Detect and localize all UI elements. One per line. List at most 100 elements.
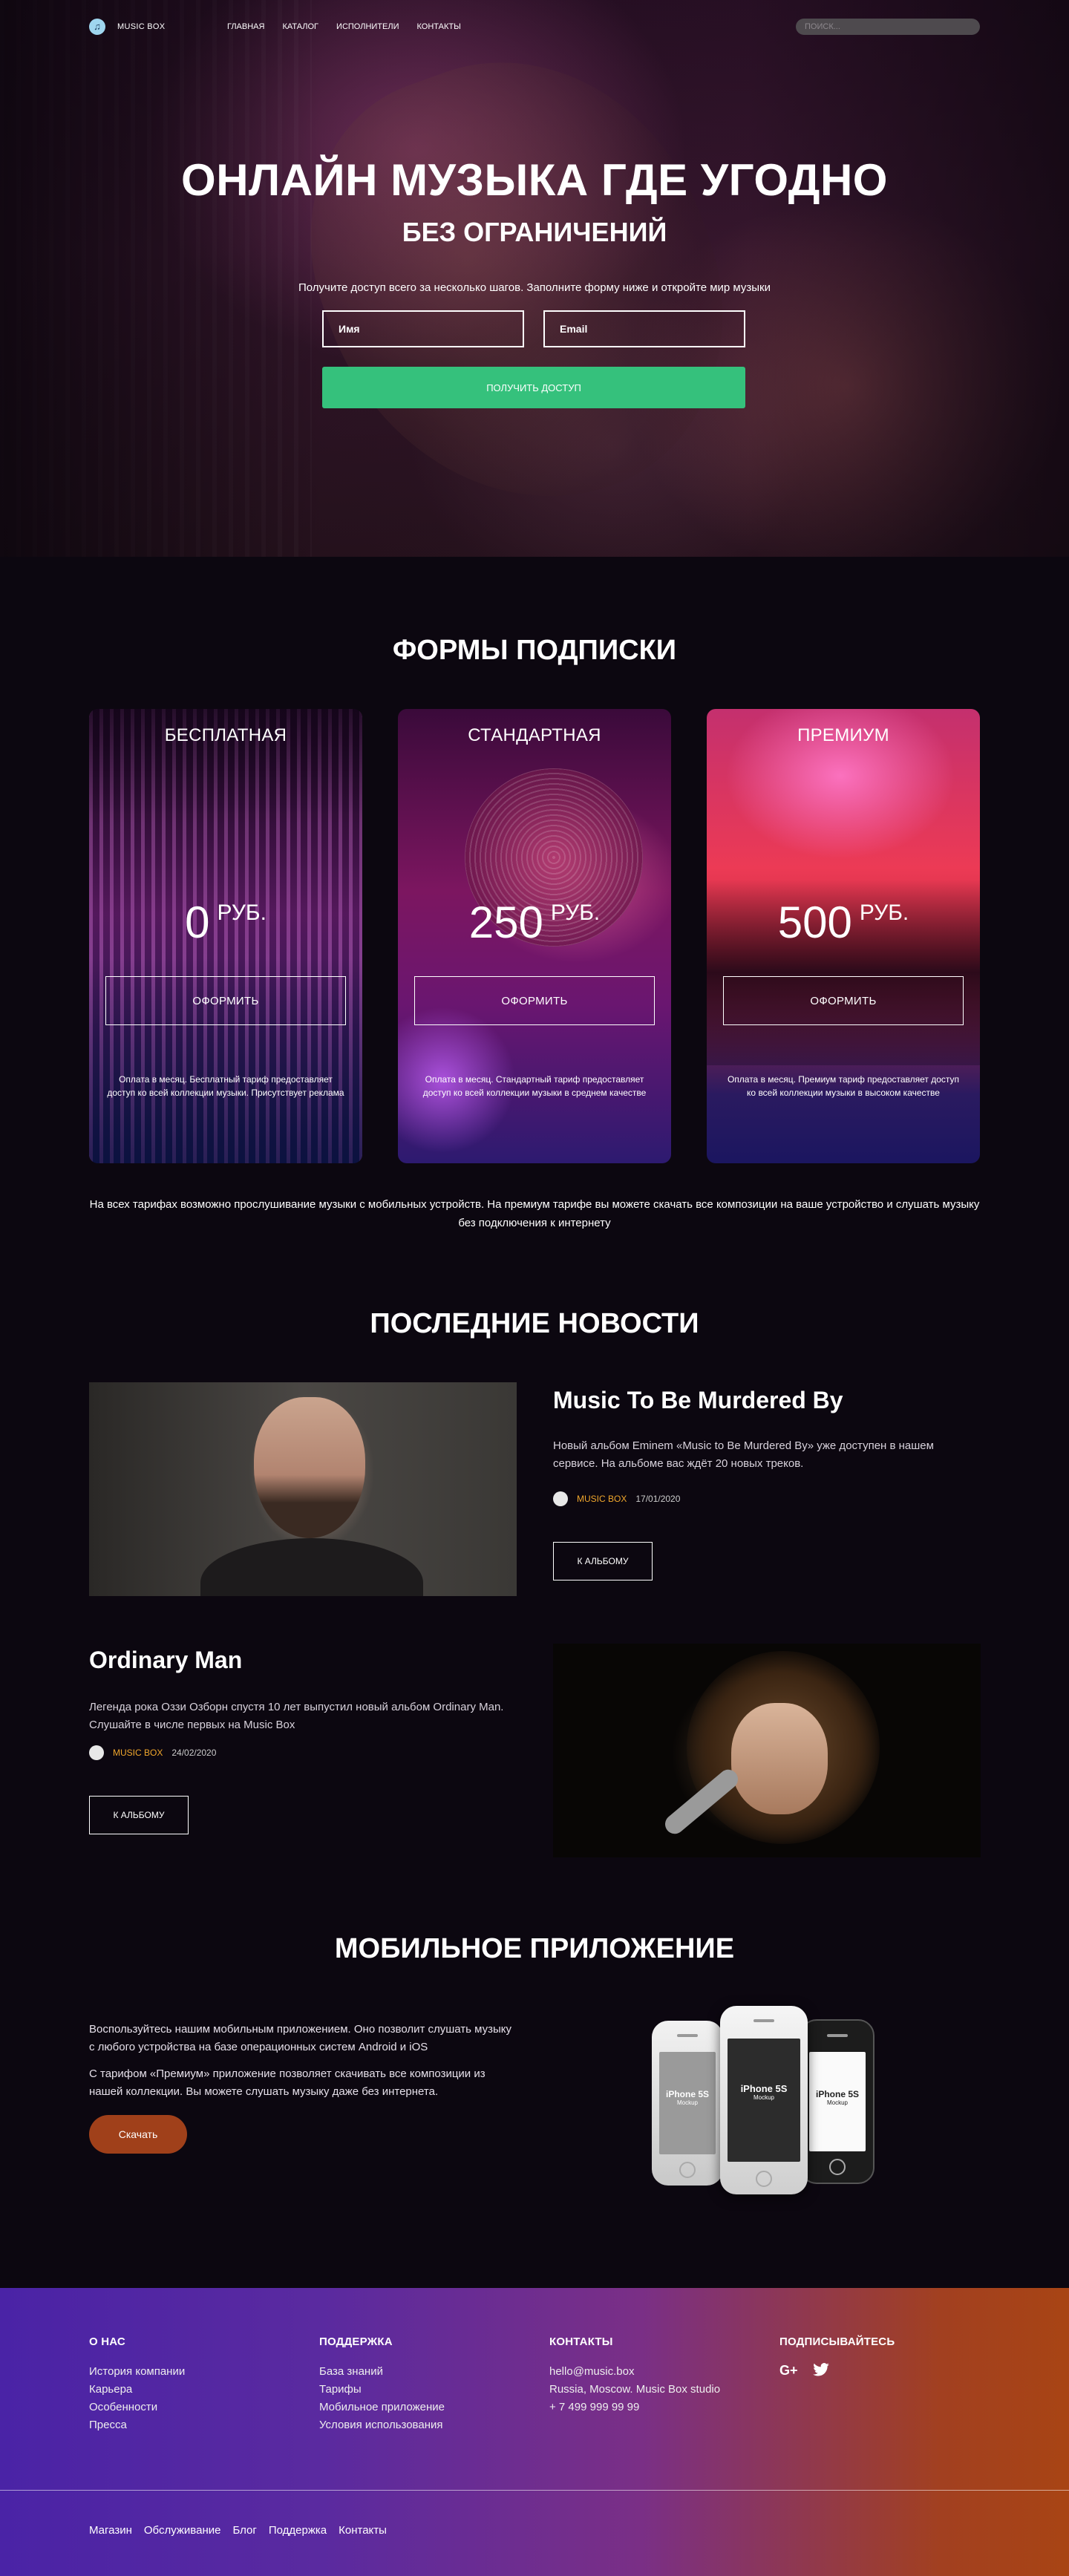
footer-link[interactable]: Особенности <box>89 2399 282 2416</box>
hero-subtitle: БЕЗ ОГРАНИЧЕНИЙ <box>402 217 667 247</box>
logo-text[interactable]: MUSIC BOX <box>117 22 165 31</box>
footer-bottom-link[interactable]: Магазин <box>89 2524 132 2537</box>
plan-price: 0 РУБ. <box>89 897 362 948</box>
price-currency: РУБ. <box>217 900 267 925</box>
footer-link[interactable]: Тарифы <box>319 2381 512 2399</box>
app-title: МОБИЛЬНОЕ ПРИЛОЖЕНИЕ <box>334 1933 735 1964</box>
social-links: G+ <box>779 2363 972 2380</box>
footer-bottom-link[interactable]: Обслуживание <box>144 2524 221 2537</box>
to-album-button[interactable]: К АЛЬБОМУ <box>89 1796 189 1834</box>
price-value: 0 <box>185 898 210 947</box>
footer-subscribe: ПОДПИСЫВАЙТЕСЬ G+ <box>779 2335 972 2380</box>
hero-description: Получите доступ всего за несколько шагов… <box>298 281 771 294</box>
music-note-icon[interactable]: ♫ <box>89 19 105 35</box>
footer: О НАС История компании Карьера Особеннос… <box>0 2288 1069 2576</box>
contact-phone[interactable]: + 7 499 999 99 99 <box>549 2399 742 2416</box>
footer-bottom-links: Магазин Обслуживание Блог Поддержка Конт… <box>89 2524 387 2537</box>
contact-address: Russia, Moscow. Music Box studio <box>549 2383 721 2396</box>
price-currency: РУБ. <box>859 900 909 925</box>
news-item-text: Новый альбом Eminem «Music to Be Murdere… <box>553 1439 934 1470</box>
footer-link[interactable]: Мобильное приложение <box>319 2399 512 2416</box>
hero-section: ♫ MUSIC BOX ГЛАВНАЯ КАТАЛОГ ИСПОЛНИТЕЛИ … <box>0 0 1069 557</box>
subscribe-standard-button[interactable]: ОФОРМИТЬ <box>414 976 655 1025</box>
news-image-eminem[interactable] <box>89 1382 517 1596</box>
phone-sublabel: Mockup <box>753 2094 774 2101</box>
phone-sublabel: Mockup <box>676 2099 698 2106</box>
phone-label: iPhone 5S <box>740 2083 788 2094</box>
name-field[interactable] <box>322 310 524 347</box>
main-menu: ГЛАВНАЯ КАТАЛОГ ИСПОЛНИТЕЛИ КОНТАКТЫ <box>227 22 461 31</box>
footer-link[interactable]: Карьера <box>89 2381 282 2399</box>
footer-bottom-link[interactable]: Поддержка <box>269 2524 327 2537</box>
plan-card-free: БЕСПЛАТНАЯ 0 РУБ. ОФОРМИТЬ Оплата в месяц… <box>89 709 362 1163</box>
news-item-meta: MUSIC BOX 17/01/2020 <box>553 1491 680 1506</box>
news-item-text: Легенда рока Оззи Озборн спустя 10 лет в… <box>89 1701 504 1731</box>
avatar <box>89 1745 104 1760</box>
phone-mockup-right: iPhone 5S Mockup <box>800 2019 875 2184</box>
download-button[interactable]: Скачать <box>89 2115 187 2154</box>
footer-heading: О НАС <box>89 2335 125 2348</box>
footer-heading: ПОДДЕРЖКА <box>319 2335 393 2348</box>
menu-item-home[interactable]: ГЛАВНАЯ <box>227 22 264 31</box>
news-item-meta: MUSIC BOX 24/02/2020 <box>89 1745 216 1760</box>
price-currency: РУБ. <box>550 900 601 925</box>
footer-divider <box>0 2490 1069 2491</box>
avatar <box>553 1491 568 1506</box>
menu-item-contacts[interactable]: КОНТАКТЫ <box>416 22 460 31</box>
news-item-title[interactable]: Ordinary Man <box>89 1647 242 1674</box>
footer-link[interactable]: Условия использования <box>319 2416 512 2434</box>
footer-link[interactable]: История компании <box>89 2363 282 2381</box>
footer-heading: ПОДПИСЫВАЙТЕСЬ <box>779 2335 895 2348</box>
contact-email[interactable]: hello@music.box <box>549 2363 742 2381</box>
plan-card-premium: ПРЕМИУМ 500 РУБ. ОФОРМИТЬ Оплата в месяц.… <box>707 709 980 1163</box>
subscribe-premium-button[interactable]: ОФОРМИТЬ <box>723 976 964 1025</box>
plans-title: ФОРМЫ ПОДПИСКИ <box>392 635 677 666</box>
phone-mockup-left: iPhone 5S Mockup <box>652 2021 723 2186</box>
news-item-title[interactable]: Music To Be Murdered By <box>553 1387 843 1414</box>
author-name[interactable]: MUSIC BOX <box>113 1748 163 1758</box>
app-text-1: Воспользуйтесь нашим мобильным приложени… <box>89 2023 512 2053</box>
price-value: 250 <box>468 898 543 947</box>
email-field[interactable] <box>543 310 745 347</box>
menu-item-artists[interactable]: ИСПОЛНИТЕЛИ <box>336 22 399 31</box>
phone-label: iPhone 5S <box>665 2089 709 2099</box>
footer-link[interactable]: Пресса <box>89 2416 282 2434</box>
plan-description: Оплата в месяц. Бесплатный тариф предост… <box>107 1074 344 1098</box>
plans-note: На всех тарифах возможно прослушивание м… <box>89 1198 980 1229</box>
footer-heading: КОНТАКТЫ <box>549 2335 613 2348</box>
plan-name: ПРЕМИУМ <box>797 725 889 745</box>
publish-date: 17/01/2020 <box>635 1494 681 1504</box>
footer-about: О НАС История компании Карьера Особеннос… <box>89 2335 282 2434</box>
footer-bottom-link[interactable]: Контакты <box>339 2524 387 2537</box>
author-name[interactable]: MUSIC BOX <box>577 1494 627 1504</box>
plan-description: Оплата в месяц. Премиум тариф предоставл… <box>727 1074 960 1098</box>
to-album-button[interactable]: К АЛЬБОМУ <box>553 1542 653 1580</box>
publish-date: 24/02/2020 <box>171 1748 217 1758</box>
news-image-ozzy[interactable] <box>553 1644 981 1857</box>
footer-contacts: КОНТАКТЫ hello@music.box Russia, Moscow.… <box>549 2335 742 2416</box>
footer-link[interactable]: База знаний <box>319 2363 512 2381</box>
twitter-icon[interactable] <box>812 2363 829 2380</box>
menu-item-catalog[interactable]: КАТАЛОГ <box>282 22 318 31</box>
price-value: 500 <box>777 898 852 947</box>
footer-bottom-link[interactable]: Блог <box>232 2524 256 2537</box>
plan-description: Оплата в месяц. Стандартный тариф предос… <box>422 1074 647 1098</box>
top-navigation: ♫ MUSIC BOX ГЛАВНАЯ КАТАЛОГ ИСПОЛНИТЕЛИ … <box>89 16 980 39</box>
phone-mockup-center: iPhone 5S Mockup <box>720 2006 808 2194</box>
page: ♫ MUSIC BOX ГЛАВНАЯ КАТАЛОГ ИСПОЛНИТЕЛИ … <box>0 0 1069 2576</box>
phone-label: iPhone 5S <box>815 2089 859 2099</box>
plan-card-standard: СТАНДАРТНАЯ 250 РУБ. ОФОРМИТЬ Оплата в ме… <box>398 709 671 1163</box>
news-title: ПОСЛЕДНИЕ НОВОСТИ <box>370 1308 699 1339</box>
google-plus-icon[interactable]: G+ <box>779 2363 798 2380</box>
subscribe-free-button[interactable]: ОФОРМИТЬ <box>105 976 346 1025</box>
app-text-2: С тарифом «Премиум» приложение позволяет… <box>89 2067 486 2098</box>
plan-price: 500 РУБ. <box>707 897 980 948</box>
plan-name: БЕСПЛАТНАЯ <box>164 725 287 745</box>
footer-support: ПОДДЕРЖКА База знаний Тарифы Мобильное п… <box>319 2335 512 2434</box>
get-access-button[interactable]: ПОЛУЧИТЬ ДОСТУП <box>322 367 745 408</box>
search-input[interactable] <box>796 19 980 35</box>
phone-sublabel: Mockup <box>826 2099 848 2106</box>
hero-title: ОНЛАЙН МУЗЫКА ГДЕ УГОДНО <box>181 155 888 205</box>
plan-name: СТАНДАРТНАЯ <box>468 725 601 745</box>
plan-price: 250 РУБ. <box>398 897 671 948</box>
